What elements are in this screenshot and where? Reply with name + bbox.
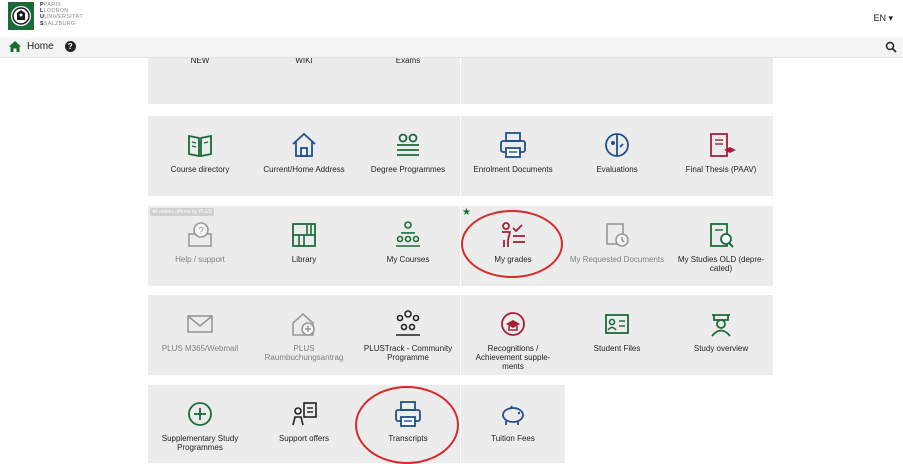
tile-my-grades[interactable]: My grades ★	[461, 206, 565, 286]
tile-library[interactable]: Library	[252, 206, 356, 286]
tile-recognitions[interactable]: Recognitions / Achievement supple-ments	[461, 295, 565, 375]
printer-icon	[498, 130, 528, 160]
tile-label: Library	[291, 255, 317, 264]
tile-label: Enrolment Documents	[473, 165, 553, 174]
tile-course-directory[interactable]: Course directory	[148, 116, 252, 196]
home-label: Home	[27, 41, 54, 52]
navbar: Home ?	[0, 38, 903, 58]
add-circle-icon	[185, 399, 215, 429]
top-header: PPARIS LLODRON UUNIVERSITÄT SSALZBURG EN…	[0, 0, 903, 38]
tile-label: PLUSTrack - Community Programme	[363, 344, 453, 362]
tile-label: Supplementary Study Programmes	[161, 434, 239, 452]
thesis-icon	[706, 130, 736, 160]
tile-label: PLUS M365/Webmail	[161, 344, 239, 353]
study-overview-icon	[706, 309, 736, 339]
tile-supplementary-study-programmes[interactable]: Supplementary Study Programmes	[148, 385, 252, 463]
university-name: PPARIS LLODRON UUNIVERSITÄT SSALZBURG	[40, 2, 84, 27]
mail-icon	[185, 309, 215, 339]
courses-icon	[393, 220, 423, 250]
tile-evaluations[interactable]: Evaluations	[565, 116, 669, 196]
home-icon	[9, 41, 21, 52]
studies-old-icon	[706, 220, 736, 250]
tile-label: My Requested Documents	[569, 255, 665, 264]
house-icon	[289, 130, 319, 160]
tile-support-offers[interactable]: Support offers	[252, 385, 356, 463]
tile-label: My Studies OLD (depre-cated)	[677, 255, 765, 273]
tile-label: My grades	[494, 255, 532, 264]
search-icon[interactable]	[885, 41, 897, 53]
tile-my-requested-documents[interactable]: My Requested Documents	[565, 206, 669, 286]
tile-label: Transcripts	[388, 434, 428, 443]
library-icon	[289, 220, 319, 250]
tile-badge: All entries offered by PLUS	[150, 208, 214, 216]
recognition-icon	[498, 309, 528, 339]
tile-label: Support offers	[278, 434, 330, 443]
svg-text:?: ?	[198, 226, 204, 237]
book-icon	[185, 130, 215, 160]
tile-degree-programmes[interactable]: Degree Programmes	[356, 116, 460, 196]
favorite-star-icon[interactable]: ★	[462, 207, 471, 218]
tile-label: Tuition Fees	[491, 434, 535, 443]
tile-label: Recognitions / Achievement supple-ments	[475, 344, 551, 371]
tile-plus-raumbuchungsantrag[interactable]: PLUS Raumbuchungsantrag	[252, 295, 356, 375]
home-link[interactable]: Home ?	[9, 41, 76, 52]
help-support-icon: ?	[185, 220, 215, 250]
tile-current-home-address[interactable]: Current/Home Address	[252, 116, 356, 196]
tile-plustrack-community[interactable]: PLUSTrack - Community Programme	[356, 295, 460, 375]
tile-my-studies-old[interactable]: My Studies OLD (depre-cated)	[669, 206, 773, 286]
piggy-bank-icon	[498, 399, 528, 429]
tile-label: Help / support	[175, 255, 225, 264]
tile-label: PLUS Raumbuchungsantrag	[264, 344, 344, 362]
tile-student-files[interactable]: Student Files	[565, 295, 669, 375]
tile-tuition-fees[interactable]: Tuition Fees	[461, 385, 565, 463]
tile-label: My Courses	[386, 255, 430, 264]
community-icon	[393, 309, 423, 339]
tile-final-thesis[interactable]: Final Thesis (PAAV)	[669, 116, 773, 196]
room-booking-icon	[289, 309, 319, 339]
language-selector[interactable]: EN ▾	[873, 13, 893, 24]
support-offers-icon	[289, 399, 319, 429]
tile-label: Degree Programmes	[370, 165, 446, 174]
help-icon[interactable]: ?	[64, 41, 76, 52]
requested-documents-icon	[602, 220, 632, 250]
tile-label: Final Thesis (PAAV)	[685, 165, 757, 174]
tile-transcripts[interactable]: Transcripts	[356, 385, 460, 463]
tile-label: Evaluations	[596, 165, 638, 174]
tile-study-overview[interactable]: Study overview	[669, 295, 773, 375]
tile-label: Course directory	[170, 165, 230, 174]
evaluation-icon	[602, 130, 632, 160]
tile-plus-m365-webmail[interactable]: PLUS M365/Webmail	[148, 295, 252, 375]
tile-my-courses[interactable]: My Courses	[356, 206, 460, 286]
student-files-icon	[602, 309, 632, 339]
application-tiles: My Degree Programme NEWRund um PLUSonlin…	[0, 0, 903, 463]
tile-label: Study overview	[693, 344, 749, 353]
tile-enrolment-documents[interactable]: Enrolment Documents	[461, 116, 565, 196]
graduation-icon	[393, 130, 423, 160]
tile-label: Student Files	[593, 344, 641, 353]
tile-label: Current/Home Address	[263, 165, 345, 174]
printer-icon	[393, 399, 423, 429]
grades-icon	[498, 220, 528, 250]
university-logo[interactable]	[8, 2, 34, 30]
tile-help-support[interactable]: ? Help / support All entries offered by PL…	[148, 206, 252, 286]
